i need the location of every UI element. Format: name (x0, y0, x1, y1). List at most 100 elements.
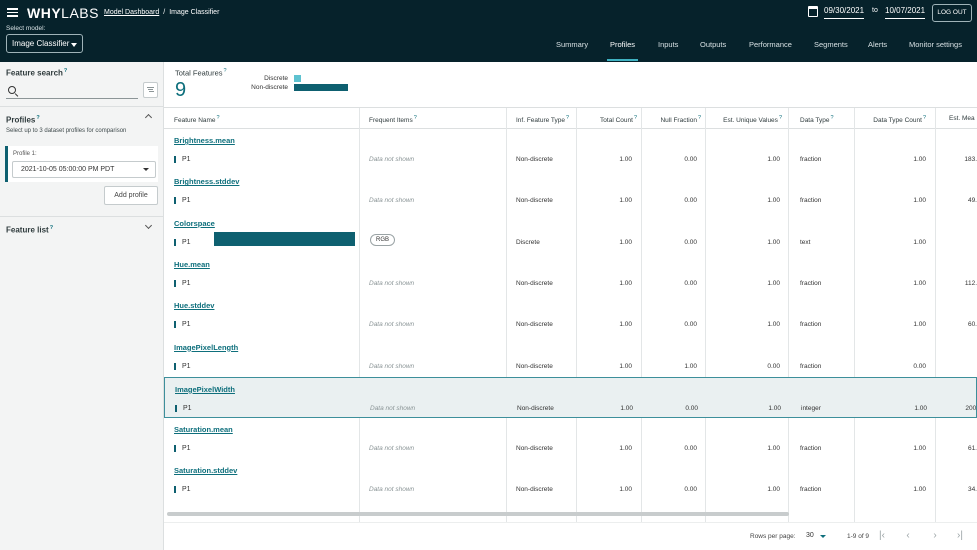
feature-link[interactable]: ImagePixelLength (174, 343, 238, 352)
table-row[interactable]: ImagePixelLength P1 Data not shown Non-disc… (164, 336, 977, 377)
tab-summary[interactable]: Summary (556, 40, 588, 62)
menu-icon[interactable] (7, 8, 18, 17)
rows-per-page-select[interactable]: 30 (806, 532, 814, 539)
frequent-items-cell: Data not shown (369, 445, 415, 453)
tab-monitor-settings[interactable]: Monitor settings (909, 40, 962, 62)
data-type-cell: fraction (800, 279, 822, 287)
col-data-type[interactable]: Data Type? (800, 108, 856, 129)
feature-link[interactable]: Hue.stddev (174, 301, 214, 310)
filter-button[interactable] (143, 82, 158, 98)
tab-alerts[interactable]: Alerts (868, 40, 887, 62)
table-row[interactable]: ImagePixelWidth P1 Data not shown Non-discr… (164, 376, 977, 419)
chevron-up-icon[interactable] (144, 113, 153, 122)
total-count-cell: 1.00 (619, 321, 632, 329)
inf-type-cell: Non-discrete (516, 197, 553, 205)
whylabs-logo[interactable]: WHYLABS (27, 5, 99, 21)
table-row[interactable]: Hue.mean P1 Data not shown Non-discrete 1.00… (164, 253, 977, 294)
frequent-items-cell: Data not shown (369, 362, 415, 370)
frequent-item-chip[interactable]: RGB (370, 233, 396, 246)
col-inf-feature-type[interactable]: Inf. Feature Type? (516, 108, 578, 129)
total-count-cell: 1.00 (619, 279, 632, 287)
profile-tag: P1 (182, 156, 191, 163)
help-icon[interactable]: ? (224, 68, 227, 74)
col-feature-name[interactable]: Feature Name? (174, 108, 354, 129)
unique-values-cell: 1.00 (767, 279, 780, 287)
horizontal-scrollbar[interactable] (167, 512, 789, 516)
inf-type-cell: Non-discrete (516, 279, 553, 287)
calendar-icon[interactable] (808, 6, 818, 17)
col-est-mean[interactable]: Est. Mea (949, 108, 977, 129)
profile-marker (174, 238, 176, 246)
data-type-count-cell: 1.00 (913, 156, 926, 163)
inf-type-cell: Discrete (516, 238, 540, 246)
first-page-icon[interactable]: |‹ (876, 529, 888, 543)
feature-link[interactable]: Brightness.mean (174, 136, 235, 145)
logout-button[interactable]: LOG OUT (932, 4, 972, 22)
null-fraction-cell: 0.00 (684, 445, 697, 453)
frequent-items-cell: Data not shown (369, 321, 415, 329)
frequent-items-cell: Data not shown (369, 156, 415, 163)
tab-segments[interactable]: Segments (814, 40, 848, 62)
profile-marker (174, 197, 176, 205)
col-total-count[interactable]: Total Count? (578, 108, 637, 129)
help-icon[interactable]: ? (36, 115, 39, 121)
inf-type-cell: Non-discrete (517, 404, 554, 412)
date-to-label: to (872, 7, 878, 14)
table-row[interactable]: Hue.stddev P1 Data not shown Non-discrete 1.… (164, 294, 977, 335)
tab-inputs[interactable]: Inputs (658, 40, 678, 62)
data-type-cell: fraction (800, 156, 822, 163)
total-features-label: Total Features? (175, 68, 227, 78)
feature-link[interactable]: ImagePixelWidth (175, 385, 235, 394)
profile-marker (174, 156, 176, 163)
breadcrumb-model-dashboard[interactable]: Model Dashboard (104, 9, 159, 16)
null-fraction-cell: 0.00 (684, 156, 697, 163)
tab-performance[interactable]: Performance (749, 40, 792, 62)
table-row[interactable]: Saturation.stddev P1 Data not shown Non-dis… (164, 459, 977, 500)
null-fraction-cell: 0.00 (684, 486, 697, 494)
col-data-type-count[interactable]: Data Type Count? (856, 108, 926, 129)
est-mean-cell: 200. (965, 404, 977, 412)
col-est-unique-values[interactable]: Est. Unique Values? (704, 108, 782, 129)
frequent-items-cell: Data not shown (369, 279, 415, 287)
col-frequent-items[interactable]: Frequent Items? (369, 108, 499, 129)
next-page-icon[interactable]: › (929, 529, 941, 543)
date-from-input[interactable]: 09/30/2021 (824, 6, 865, 19)
feature-link[interactable]: Saturation.mean (174, 425, 233, 434)
help-icon[interactable]: ? (64, 68, 67, 74)
col-null-fraction[interactable]: Null Fraction? (642, 108, 701, 129)
chevron-down-icon[interactable] (820, 535, 826, 538)
profile-marker (174, 486, 176, 494)
profile-select[interactable]: 2021-10-05 05:00:00 PM PDT (12, 161, 156, 178)
data-type-cell: fraction (800, 197, 822, 205)
prev-page-icon[interactable]: ‹ (902, 529, 914, 543)
tab-outputs[interactable]: Outputs (700, 40, 726, 62)
table-row[interactable]: Brightness.stddev P1 Data not shown Non-dis… (164, 170, 977, 211)
est-mean-cell: 49. (967, 197, 977, 205)
null-fraction-cell: 1.00 (684, 362, 697, 370)
est-mean-cell: 112. (964, 279, 977, 287)
total-count-cell: 1.00 (619, 197, 632, 205)
profile-marker (174, 279, 176, 287)
profile-marker (175, 404, 177, 412)
sidebar: Feature search? Profiles? Select up to 3… (0, 62, 164, 550)
table-row[interactable]: Colorspace P1 RGB Discrete 1.00 0.00 1.00 text 1… (164, 212, 977, 253)
frequent-items-cell: Data not shown (369, 197, 415, 205)
sidebar-divider (0, 106, 163, 107)
data-type-count-cell: 1.00 (913, 486, 926, 494)
feature-link[interactable]: Colorspace (174, 219, 215, 228)
feature-link[interactable]: Hue.mean (174, 260, 210, 269)
table-row[interactable]: Brightness.mean P1 Data not shown Non-discr… (164, 129, 977, 170)
feature-search-input[interactable] (6, 98, 138, 99)
add-profile-button[interactable]: Add profile (104, 186, 158, 205)
feature-link[interactable]: Brightness.stddev (174, 177, 239, 186)
last-page-icon[interactable]: ›| (954, 529, 966, 543)
feature-link[interactable]: Saturation.stddev (174, 466, 237, 475)
feature-list-title[interactable]: Feature list? (6, 225, 53, 235)
help-icon[interactable]: ? (50, 225, 53, 231)
date-to-input[interactable]: 10/07/2021 (885, 6, 926, 19)
profile-tag: P1 (182, 445, 191, 453)
chevron-down-icon[interactable] (144, 221, 153, 230)
legend-discrete: Discrete (264, 75, 288, 82)
tab-profiles[interactable]: Profiles (607, 40, 639, 62)
table-row[interactable]: Saturation.mean P1 Data not shown Non-discr… (164, 418, 977, 459)
